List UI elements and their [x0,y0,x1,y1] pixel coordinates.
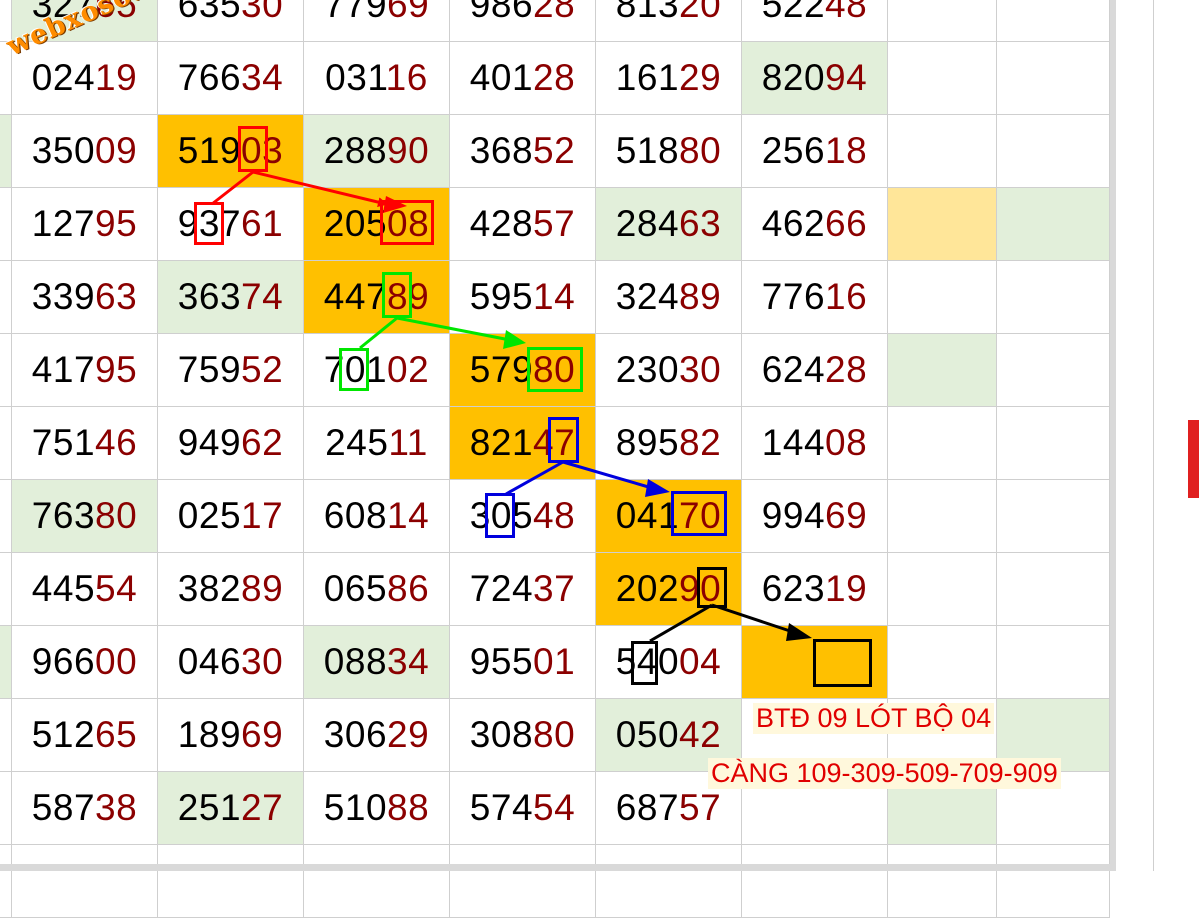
green-box-source [382,272,412,318]
green-box-start [339,348,369,391]
horizontal-scrollbar[interactable] [0,864,1110,871]
green-arrow-head [503,330,526,349]
black-arrow [711,603,794,634]
blue-connector [505,460,564,496]
red-box-start [194,202,224,245]
red-connector [211,170,254,206]
prediction-note-1: BTĐ 09 LÓT BỘ 04 [753,703,995,734]
green-arrow [396,316,511,342]
blue-arrow [562,460,653,490]
black-box-target [813,639,872,687]
panel-edge [1153,0,1154,871]
red-box-target [380,200,434,245]
green-connector [359,316,398,350]
red-side-tab[interactable] [1188,420,1199,498]
arrow-overlay [211,170,812,643]
blue-box-target [671,491,727,536]
blue-box-start [485,493,515,538]
prediction-note-2: CÀNG 109-309-509-709-909 [708,758,1061,789]
right-side-panel [1110,0,1199,871]
green-box-target [527,347,583,392]
black-arrow-head [786,623,812,641]
red-arrow [252,170,388,207]
blue-arrow-head [645,479,670,497]
blue-box-source [548,417,579,463]
red-box-source [238,126,268,172]
black-box-start [631,641,658,685]
black-connector [649,603,713,643]
black-box-source [697,567,727,608]
